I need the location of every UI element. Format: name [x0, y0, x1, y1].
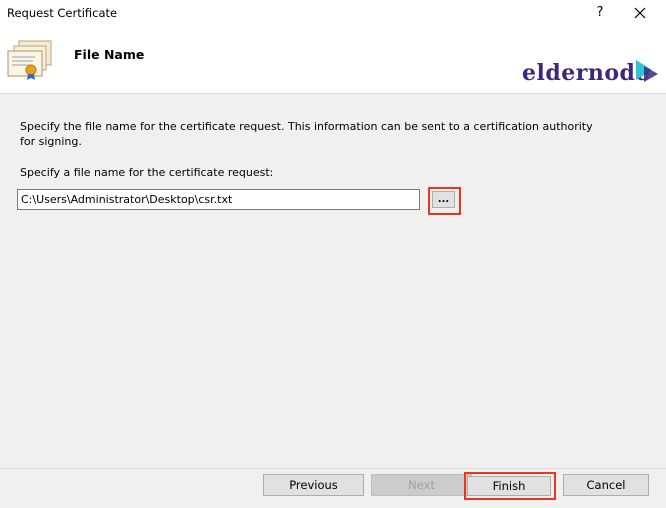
help-button[interactable]: ?	[590, 2, 610, 24]
file-path-input[interactable]	[17, 189, 420, 210]
close-button[interactable]	[628, 2, 652, 24]
browse-button[interactable]: ...	[432, 191, 455, 208]
logo-play-icon	[636, 60, 658, 82]
file-name-label: Specify a file name for the certificate …	[20, 166, 274, 179]
page-title: File Name	[74, 47, 145, 62]
finish-button[interactable]: Finish	[467, 476, 551, 496]
certificate-icon	[7, 40, 52, 80]
close-icon	[634, 7, 646, 19]
cancel-button[interactable]: Cancel	[563, 474, 649, 496]
wizard-header: File Name eldernode	[0, 28, 666, 94]
next-button[interactable]: Next	[371, 474, 472, 496]
title-bar: Request Certificate ?	[0, 0, 666, 28]
window-title: Request Certificate	[7, 6, 118, 20]
footer-divider	[0, 468, 666, 469]
previous-button[interactable]: Previous	[263, 474, 364, 496]
description-text: Specify the file name for the certificat…	[20, 120, 593, 148]
